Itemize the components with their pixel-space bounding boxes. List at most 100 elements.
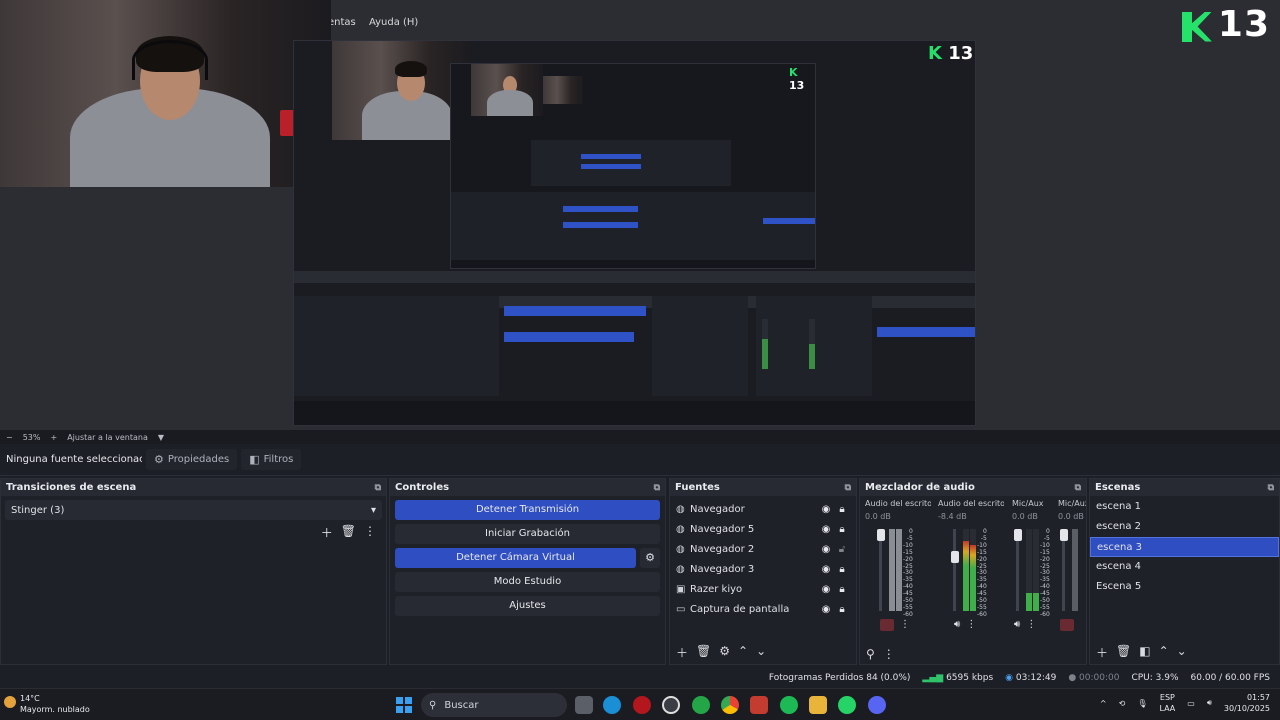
transition-select[interactable]: Stinger (3) ▾ [5,500,382,520]
source-item[interactable]: ◍ Navegador 5 ◉ 🔒︎ [670,519,856,539]
level-meter [1072,529,1078,611]
undock-icon[interactable]: ⧉ [375,483,381,493]
lock-icon[interactable]: 🔒︎ [834,584,850,595]
undock-icon[interactable]: ⧉ [1268,483,1274,493]
whatsapp-icon[interactable] [838,696,856,714]
zoom-out-button[interactable]: − [6,433,13,442]
xbox-icon[interactable] [692,696,710,714]
source-item[interactable]: ◍ Navegador ◉ 🔒︎ [670,499,856,519]
fader-knob[interactable] [951,551,959,563]
volume-fader[interactable] [1062,529,1065,611]
settings-button[interactable]: Ajustes [395,596,660,616]
undock-icon[interactable]: ⧉ [1075,483,1081,493]
more-options-icon[interactable]: ⋮ [966,619,976,630]
zoom-bar: − 53% + Ajustar a la ventana ▼ [0,430,1280,444]
studio-mode-button[interactable]: Modo Estudio [395,572,660,592]
zoom-dropdown-icon[interactable]: ▼ [158,433,164,442]
properties-button[interactable]: ⚙ Propiedades [146,449,238,470]
dock-title: Mezclador de audio [865,482,975,493]
gear-icon[interactable]: ⚙ [719,644,730,661]
add-scene-button[interactable]: ＋ [1096,644,1108,661]
link-icon[interactable]: ⚲ [866,647,875,661]
fps: 60.00 / 60.00 FPS [1190,673,1270,683]
move-up-icon[interactable]: ⌃ [1159,644,1169,661]
lock-icon[interactable]: 🔒︎ [834,504,850,515]
trash-icon[interactable]: 🗑 [341,524,356,541]
volume-fader[interactable] [1016,529,1019,611]
eye-icon[interactable]: ◉ [818,564,834,575]
trash-icon[interactable]: 🗑 [696,644,711,661]
filters-button[interactable]: ◧ Filtros [241,449,302,470]
undock-icon[interactable]: ⧉ [654,483,660,493]
language-indicator[interactable]: ESP LAA [1159,692,1175,714]
network-icon[interactable]: ⟲ [1119,699,1126,708]
volume-fader[interactable] [953,529,956,611]
start-recording-button[interactable]: Iniciar Grabación [395,524,660,544]
task-view-icon[interactable] [575,696,593,714]
source-item[interactable]: ▣ Razer kiyo ◉ 🔒︎ [670,579,856,599]
fader-knob[interactable] [1060,529,1068,541]
add-transition-button[interactable]: ＋ [321,524,333,541]
mixer-channel: Audio del escritorio 0.0 dB [865,499,937,521]
microphone-icon[interactable]: 🎙︎ [1137,699,1147,708]
app-red-icon[interactable] [633,696,651,714]
more-options-icon[interactable]: ⋮ [900,619,910,631]
source-item[interactable]: ◍ Navegador 3 ◉ 🔒︎ [670,559,856,579]
trash-icon[interactable]: 🗑 [1116,644,1131,661]
fader-knob[interactable] [1014,529,1022,541]
move-up-icon[interactable]: ⌃ [738,644,748,661]
move-down-icon[interactable]: ⌄ [1177,644,1187,661]
eye-icon[interactable]: ◉ [818,504,834,515]
zoom-in-button[interactable]: + [50,433,57,442]
lock-icon[interactable]: 🔒︎ [834,524,850,535]
volume-icon[interactable]: 🔊︎ [1207,698,1212,708]
speaker-icon[interactable]: 🔊︎ [954,619,960,630]
scene-item[interactable]: escena 2 [1090,517,1279,537]
eye-icon[interactable]: ◉ [818,584,834,595]
chevron-up-icon[interactable]: ^ [1100,699,1107,708]
channel-db: 0.0 dB [1058,512,1084,521]
eye-icon[interactable]: ◉ [818,524,834,535]
source-item[interactable]: ▭ Captura de pantalla ◉ 🔒︎ [670,599,856,619]
scene-item[interactable]: escena 1 [1090,497,1279,517]
eye-icon[interactable]: ◉ [818,544,834,555]
speaker-icon[interactable]: 🔊︎ [1014,619,1020,630]
add-source-button[interactable]: ＋ [676,644,688,661]
source-item[interactable]: ◍ Navegador 2 ◉ 🔓︎ [670,539,856,559]
stop-virtual-cam-button[interactable]: Detener Cámara Virtual [395,548,636,568]
move-down-icon[interactable]: ⌄ [756,644,766,661]
scene-item[interactable]: escena 4 [1090,557,1279,577]
scene-item-selected[interactable]: escena 3 [1090,537,1279,557]
monitor-tray-icon[interactable]: ▭ [1187,699,1195,708]
taskbar-search[interactable]: ⚲ Buscar [421,693,567,717]
weather-widget[interactable]: 14°C Mayorm. nublado [4,693,90,715]
spotify-icon[interactable] [780,696,798,714]
fader-knob[interactable] [877,529,885,541]
mute-button[interactable] [1060,619,1074,631]
virtual-cam-gear-icon[interactable]: ⚙ [640,548,660,568]
lock-icon[interactable]: 🔒︎ [834,604,850,615]
camera-icon: ▣ [676,583,686,595]
fit-to-window[interactable]: Ajustar a la ventana [67,433,148,442]
windows-start-icon[interactable] [396,697,412,713]
obs-icon[interactable] [662,696,680,714]
folder-icon[interactable] [809,696,827,714]
chrome-icon[interactable] [721,696,739,714]
volume-fader[interactable] [879,529,882,611]
app-grid-icon[interactable] [750,696,768,714]
clock[interactable]: 01:57 30/10/2025 [1224,692,1270,714]
scene-item[interactable]: Escena 5 [1090,577,1279,597]
more-options-icon[interactable]: ⋮ [364,524,376,541]
filter-icon[interactable]: ◧ [1139,644,1150,661]
discord-icon[interactable] [868,696,886,714]
unlock-icon[interactable]: 🔓︎ [834,544,850,555]
more-options-icon[interactable]: ⋮ [1026,619,1036,630]
edge-icon[interactable] [603,696,621,714]
stop-stream-button[interactable]: Detener Transmisión [395,500,660,520]
preview-canvas[interactable]: entas Ayuda (H) K 13 K 13 13 [0,0,1280,430]
mute-button[interactable] [880,619,894,631]
more-options-icon[interactable]: ⋮ [883,647,895,661]
undock-icon[interactable]: ⧉ [845,483,851,493]
lock-icon[interactable]: 🔒︎ [834,564,850,575]
eye-icon[interactable]: ◉ [818,604,834,615]
